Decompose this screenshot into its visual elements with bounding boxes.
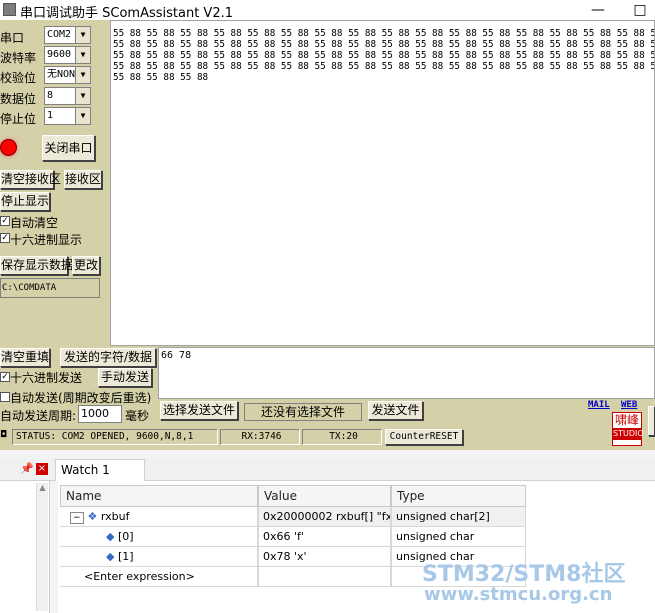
collapse-icon[interactable]: − (70, 512, 84, 524)
chevron-down-icon: ▼ (75, 88, 90, 104)
receive-text-area[interactable]: 55 88 55 88 55 88 55 88 55 88 55 88 55 8… (110, 20, 655, 346)
title-bar: 串口调试助手 SComAssistant V2.1 — □ (0, 0, 655, 21)
databits-label: 数据位 (0, 92, 37, 106)
window-title: 串口调试助手 SComAssistant V2.1 (20, 6, 234, 21)
maximize-button[interactable]: □ (630, 1, 650, 19)
studio-logo[interactable]: 啸峰 STUDIO (612, 412, 644, 446)
field-icon: ◆ (106, 550, 115, 563)
table-row-name[interactable]: − ❖ rxbuf (60, 507, 258, 527)
scroll-up-icon[interactable]: ▲ (37, 483, 48, 492)
web-link[interactable]: WEB (621, 400, 637, 410)
parity-select[interactable]: 无NONE ▼ (44, 66, 91, 84)
mail-link[interactable]: MAIL (588, 400, 610, 410)
hex-send-label: 十六进制发送 (10, 371, 83, 385)
table-row-name[interactable]: ◆ [1] (60, 547, 258, 567)
led-indicator-icon (0, 139, 17, 156)
tx-count: TX:20 (302, 429, 382, 445)
row-name: [0] (117, 530, 134, 543)
port-select[interactable]: COM2 ▼ (44, 26, 91, 44)
send-file-button[interactable]: 发送文件 (368, 401, 423, 420)
rx-count: RX:3746 (220, 429, 300, 445)
manual-send-button[interactable]: 手动发送 (98, 368, 152, 387)
row-value[interactable]: 0x66 'f' (258, 527, 391, 547)
tab-watch1[interactable]: Watch 1 (55, 459, 145, 481)
stopbits-label: 停止位 (0, 112, 37, 126)
scrollbar[interactable]: ▲ (36, 483, 48, 611)
parity-label: 校验位 (0, 71, 37, 85)
select-file-button[interactable]: 选择发送文件 (160, 401, 238, 420)
save-data-button[interactable]: 保存显示数据 (0, 256, 73, 275)
hex-display-label: 十六进制显示 (10, 233, 83, 247)
watermark-url: www.stmcu.org.cn (424, 584, 613, 605)
hex-display-checkbox[interactable]: ✓ (0, 233, 10, 243)
port-status-icon: ◘ (0, 430, 8, 440)
stop-display-button[interactable]: 停止显示 (0, 192, 50, 211)
logo-subtext: STUDIO (613, 428, 644, 440)
auto-clear-label: 自动清空 (10, 216, 59, 230)
auto-send-label: 自动发送(周期改变后重选) (10, 391, 152, 405)
selected-file-display: 还没有选择文件 (244, 403, 362, 421)
baud-value: 9600 (47, 49, 72, 60)
row-name: rxbuf (100, 510, 130, 523)
minimize-button[interactable]: — (588, 1, 608, 19)
enter-expression[interactable]: <Enter expression> (60, 567, 258, 587)
chevron-down-icon: ▼ (75, 27, 90, 43)
row-value[interactable]: 0x78 'x' (258, 547, 391, 567)
clear-resend-button[interactable]: 清空重填 (0, 348, 50, 367)
auto-clear-checkbox[interactable]: ✓ (0, 216, 10, 226)
rx-area-button[interactable]: 接收区 (64, 170, 102, 189)
save-path-field[interactable]: C:\COMDATA (0, 278, 100, 298)
column-type[interactable]: Type (391, 485, 526, 507)
baud-label: 波特率 (0, 51, 37, 65)
databits-value: 8 (47, 90, 54, 101)
auto-send-checkbox[interactable] (0, 392, 10, 402)
baud-select[interactable]: 9600 ▼ (44, 46, 91, 64)
empty-value (258, 567, 391, 587)
databits-select[interactable]: 8 ▼ (44, 87, 91, 105)
send-text-area[interactable]: 66 78 (158, 347, 655, 399)
status-text: STATUS: COM2 OPENED, 9600,N,8,1 (12, 429, 218, 445)
logo-text: 啸峰 (614, 413, 639, 427)
close-icon[interactable]: × (36, 463, 48, 475)
column-name[interactable]: Name (60, 485, 258, 507)
watch-header: 📌 × Watch 1 (0, 459, 655, 481)
extra-button[interactable] (648, 406, 655, 436)
ms-label: 毫秒 (125, 409, 150, 423)
auto-period-label: 自动发送周期: (0, 409, 77, 423)
row-name: [1] (117, 550, 134, 563)
row-type: unsigned char[2] (391, 507, 526, 527)
clear-rx-button[interactable]: 清空接收区 (0, 170, 61, 189)
row-type: unsigned char (391, 527, 526, 547)
stopbits-select[interactable]: 1 ▼ (44, 107, 91, 125)
close-port-button[interactable]: 关闭串口 (42, 135, 95, 161)
field-icon: ◆ (106, 530, 115, 543)
column-value[interactable]: Value (258, 485, 391, 507)
port-value: COM2 (47, 29, 72, 40)
auto-period-input[interactable]: 1000 (78, 405, 122, 423)
settings-panel: 串口 COM2 ▼ 波特率 9600 ▼ 校验位 无NONE ▼ 数据位 8 ▼ 停止位… (0, 20, 110, 346)
pin-icon[interactable]: 📌 (20, 462, 34, 475)
chevron-down-icon: ▼ (75, 67, 90, 83)
port-label: 串口 (0, 31, 25, 45)
stopbits-value: 1 (47, 110, 54, 121)
send-data-label: 发送的字符/数据 (60, 348, 156, 367)
chevron-down-icon: ▼ (75, 108, 90, 124)
chevron-down-icon: ▼ (75, 47, 90, 63)
left-pane: ▲ (0, 481, 50, 613)
struct-icon: ❖ (87, 510, 98, 523)
table-row-name[interactable]: ◆ [0] (60, 527, 258, 547)
app-icon (3, 3, 16, 16)
change-button[interactable]: 更改 (72, 256, 100, 275)
counter-reset-button[interactable]: CounterRESET (385, 429, 463, 445)
hex-send-checkbox[interactable]: ✓ (0, 372, 10, 382)
row-value[interactable]: 0x20000002 rxbuf[] "fx" (258, 507, 391, 527)
